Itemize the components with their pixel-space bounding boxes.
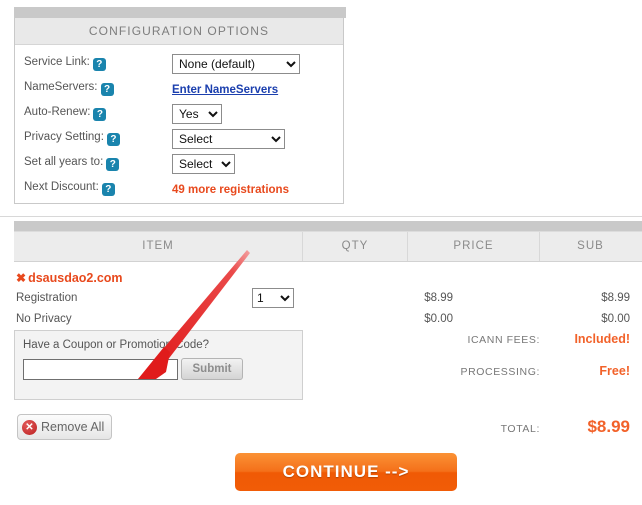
config-label-privacy-setting: Privacy Setting:? [24,131,120,146]
remove-domain-icon[interactable]: ✖ [16,271,26,285]
config-row-nameservers: NameServers:? Enter NameServers [15,76,343,101]
next-discount-value: 49 more registrations [172,183,289,196]
cart-table: ITEM QTY PRICE SUB ✖ dsausdao2.com Regist… [14,231,642,329]
table-row: Registration 1 $8.99 $8.99 [14,287,642,308]
config-label-nameservers-text: NameServers: [24,81,98,93]
table-row: No Privacy $0.00 $0.00 [14,308,642,329]
remove-all-button[interactable]: ✕ Remove All [17,414,113,440]
config-label-set-all-years-text: Set all years to: [24,156,104,168]
config-panel-topbar [14,7,346,18]
help-icon[interactable]: ? [93,108,107,121]
close-circle-icon: ✕ [22,419,37,435]
total-label: TOTAL: [500,423,540,435]
total-value: $8.99 [587,417,630,436]
configuration-options-panel: CONFIGURATION OPTIONS Service Link:? Non… [14,18,344,204]
auto-renew-select[interactable]: Yes [172,103,222,124]
config-label-next-discount-text: Next Discount: [24,181,99,193]
coupon-input[interactable] [23,358,178,380]
icann-fees-label: ICANN FEES: [467,334,540,346]
line-item-sub: $8.99 [601,291,630,304]
config-label-next-discount: Next Discount:? [24,181,115,196]
config-row-service-link: Service Link:? None (default) [15,51,343,76]
line-item-price: $0.00 [424,312,453,325]
config-label-auto-renew: Auto-Renew:? [24,106,110,121]
line-item-sub: $0.00 [601,312,630,325]
cart-topbar [14,221,642,231]
enter-nameservers-link[interactable]: Enter NameServers [172,84,278,96]
fees-summary: ICANN FEES: Included! PROCESSING: Free! … [430,332,642,437]
column-header-qty: QTY [303,232,408,261]
config-label-service-link-text: Service Link: [24,56,90,68]
column-header-price: PRICE [408,232,540,261]
config-label-service-link: Service Link:? [24,56,110,71]
continue-button[interactable]: CONTINUE --> [235,453,457,491]
cart-domain-row: ✖ dsausdao2.com [14,262,642,287]
coupon-submit-button[interactable]: Submit [181,358,243,380]
help-icon[interactable]: ? [92,58,106,71]
config-field-privacy-setting: Select [172,128,285,149]
line-item-price: $8.99 [424,291,453,304]
help-icon[interactable]: ? [106,133,120,146]
config-label-nameservers: NameServers:? [24,81,114,96]
cart-table-header: ITEM QTY PRICE SUB [14,231,642,262]
config-row-privacy-setting: Privacy Setting:? Select [15,126,343,151]
line-item-name: No Privacy [16,312,72,325]
total-row: TOTAL: $8.99 [430,417,642,437]
processing-value: Free! [599,364,630,378]
processing-label: PROCESSING: [460,366,540,378]
fee-row-processing: PROCESSING: Free! [430,364,642,396]
service-link-select[interactable]: None (default) [172,53,300,74]
help-icon[interactable]: ? [101,183,115,196]
config-row-next-discount: Next Discount:? 49 more registrations [15,176,343,201]
help-icon[interactable]: ? [100,83,114,96]
config-field-next-discount: 49 more registrations [172,182,289,196]
config-field-auto-renew: Yes [172,103,222,124]
config-field-service-link: None (default) [172,53,300,74]
column-header-item: ITEM [14,232,303,261]
config-label-set-all-years: Set all years to:? [24,156,120,171]
remove-all-label: Remove All [41,420,105,434]
column-header-sub: SUB [577,240,604,252]
help-icon[interactable]: ? [106,158,120,171]
config-panel-title: CONFIGURATION OPTIONS [15,18,343,45]
line-item-name: Registration [16,291,78,304]
config-panel-body: Service Link:? None (default) NameServer… [15,45,343,201]
icann-fees-value: Included! [574,332,630,346]
config-row-auto-renew: Auto-Renew:? Yes [15,101,343,126]
order-configuration-page: CONFIGURATION OPTIONS Service Link:? Non… [0,0,642,505]
config-row-set-all-years: Set all years to:? Select [15,151,343,176]
privacy-setting-select[interactable]: Select [172,128,285,149]
config-label-auto-renew-text: Auto-Renew: [24,106,91,118]
config-label-privacy-setting-text: Privacy Setting: [24,131,104,143]
coupon-title: Have a Coupon or Promotion Code? [23,339,210,351]
fee-row-icann: ICANN FEES: Included! [430,332,642,364]
coupon-box: Have a Coupon or Promotion Code? Submit [14,330,303,400]
set-all-years-select[interactable]: Select [172,153,235,174]
domain-name: dsausdao2.com [28,271,123,285]
line-item-qty: 1 [252,287,327,308]
config-field-nameservers: Enter NameServers [172,82,278,96]
quantity-select[interactable]: 1 [252,287,294,308]
coupon-controls: Submit [15,351,302,380]
config-field-set-all-years: Select [172,153,235,174]
section-divider [0,216,642,217]
